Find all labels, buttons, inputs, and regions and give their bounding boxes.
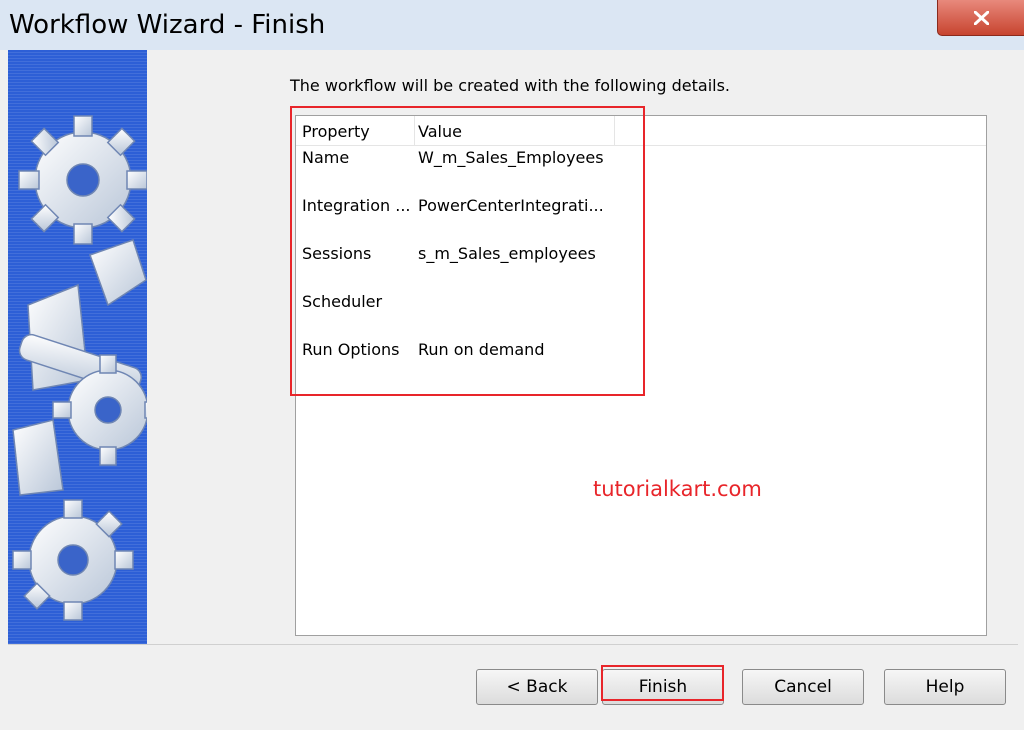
window-title: Workflow Wizard - Finish [9, 10, 326, 40]
gears-illustration [12, 115, 147, 621]
button-divider [8, 644, 1018, 645]
title-bar: Workflow Wizard - Finish [0, 0, 1024, 50]
watermark-text: tutorialkart.com [593, 477, 762, 501]
highlight-annotation [290, 106, 645, 396]
close-button[interactable] [937, 0, 1024, 36]
intro-text: The workflow will be created with the fo… [290, 76, 731, 95]
wizard-banner-image [8, 50, 147, 644]
finish-highlight-annotation [601, 665, 724, 701]
close-icon [974, 11, 989, 25]
help-button[interactable]: Help [884, 669, 1006, 705]
cancel-button[interactable]: Cancel [742, 669, 864, 705]
back-button[interactable]: < Back [476, 669, 598, 705]
